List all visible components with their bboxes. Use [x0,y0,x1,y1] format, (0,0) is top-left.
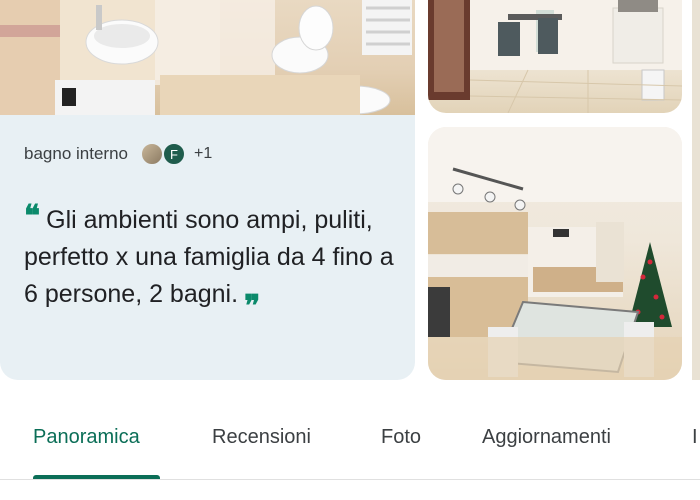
next-photo-edge[interactable] [692,0,700,380]
kitchen-photo-image [428,127,682,380]
quote-close-icon: ❞ [244,289,261,324]
bathroom-photo-image [0,0,412,115]
tab-reviews[interactable]: Recensioni [212,426,311,449]
photo-label: bagno interno [24,144,128,163]
review-quote: ❝ Gli ambienti sono ampi, puliti, perfett… [24,198,394,325]
tab-divider [0,479,700,480]
bathroom-photo[interactable] [0,0,415,115]
tab-photos[interactable]: Foto [381,426,421,449]
dining-photo-image [428,0,682,113]
avatar [139,142,164,166]
extra-contributors-count: +1 [193,145,213,162]
tab-overview[interactable]: Panoramica [33,426,140,449]
kitchen-photo[interactable] [428,127,682,380]
tab-bar: Panoramica Recensioni Foto Aggiornamenti… [0,400,700,480]
review-text: Gli ambienti sono ampi, puliti, perfetto… [24,206,394,308]
dining-photo[interactable] [428,0,682,113]
tab-next-partial[interactable]: I [692,426,698,449]
photo-label-row: bagno interno F +1 [24,140,212,168]
quote-open-icon: ❝ [24,199,41,234]
tab-updates[interactable]: Aggiornamenti [482,426,611,449]
avatar-initial: F [161,142,186,166]
